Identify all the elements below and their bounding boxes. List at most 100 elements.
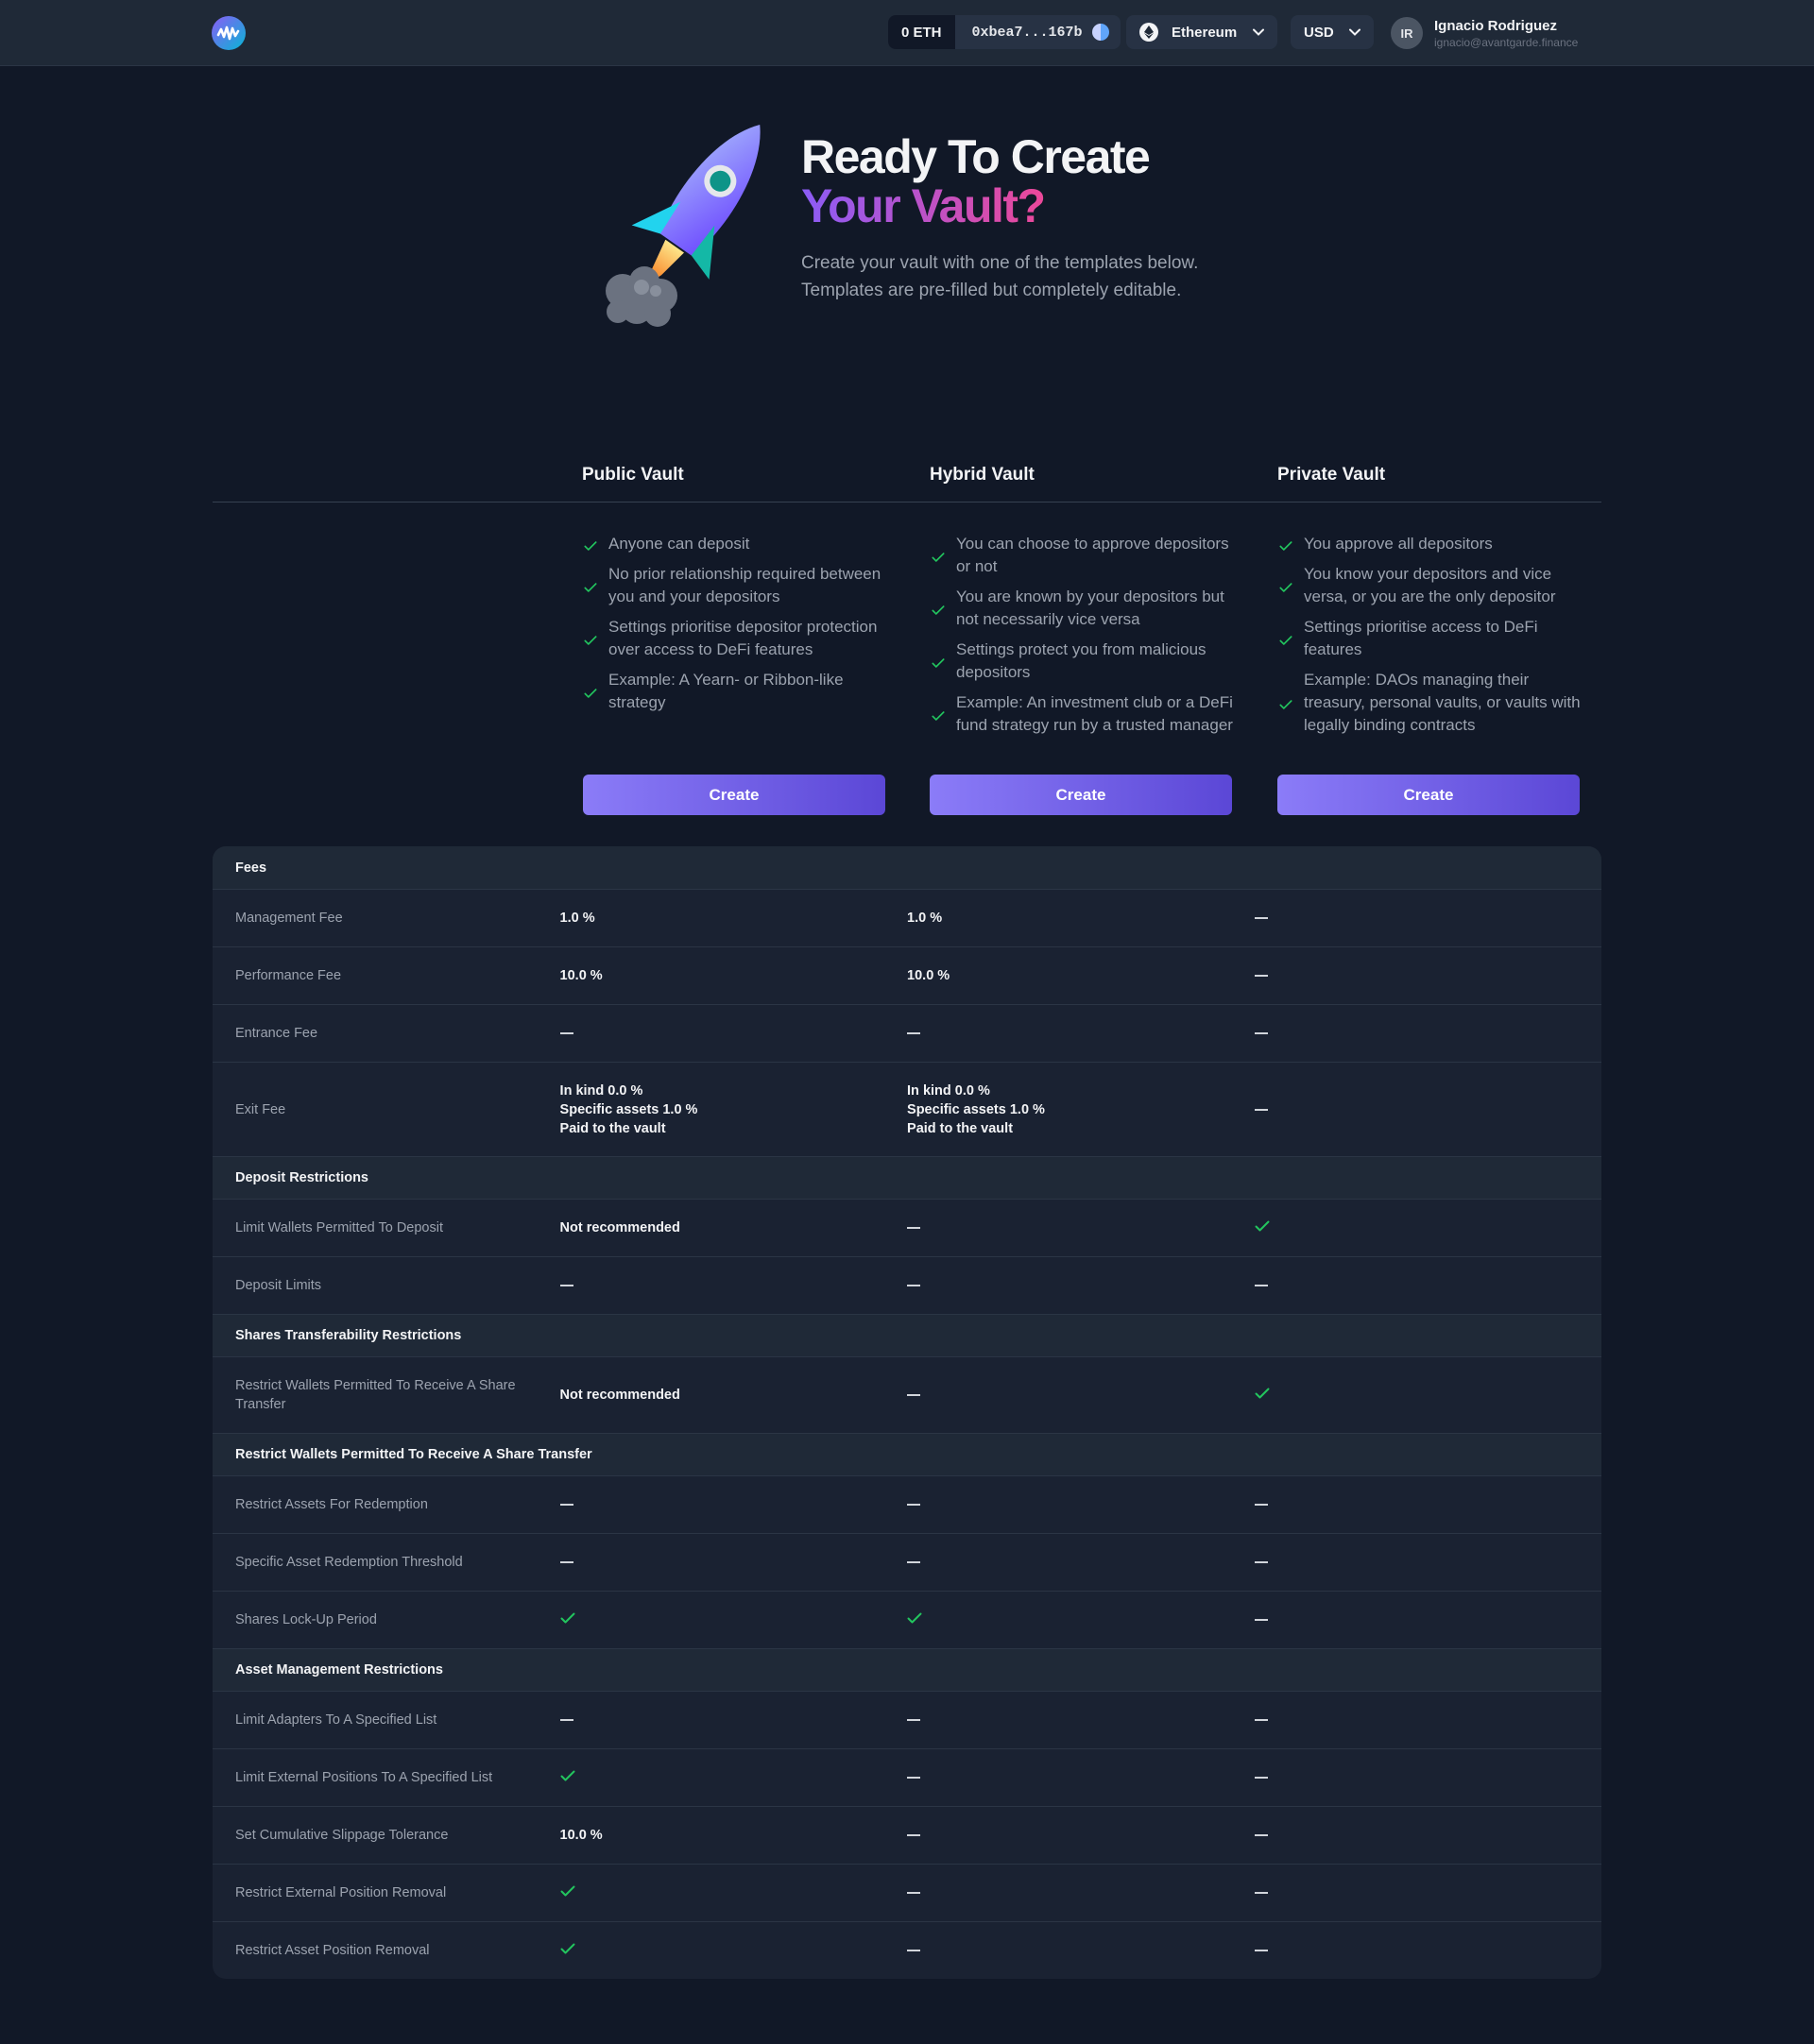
row-value (907, 1711, 1254, 1729)
row-value: In kind 0.0 % Specific assets 1.0 % Paid t… (907, 1082, 1254, 1138)
logo-icon[interactable] (212, 16, 246, 50)
row-value (907, 1386, 1254, 1405)
row-value (907, 1276, 1254, 1295)
row-value (907, 1495, 1254, 1514)
table-row: Limit Wallets Permitted To Deposit Not re… (213, 1199, 1601, 1256)
dash-icon (1254, 1834, 1268, 1837)
row-value (1255, 1218, 1601, 1237)
dash-icon (1254, 1285, 1268, 1287)
check-icon (584, 636, 597, 645)
table-row: Limit External Positions To A Specified … (213, 1748, 1601, 1806)
dash-icon (907, 1777, 921, 1780)
row-label: Restrict External Position Removal (235, 1885, 447, 1900)
row-label: Restrict Wallets Permitted To Receive A … (235, 1378, 516, 1412)
feature-text: Example: DAOs managing their treasury, p… (1304, 671, 1581, 734)
check-icon (1279, 583, 1292, 592)
user-name: Ignacio Rodriguez (1434, 17, 1558, 34)
row-value: In kind 0.0 % Specific assets 1.0 % Paid t… (560, 1082, 907, 1138)
row-value: 1.0 % (907, 909, 1254, 928)
network-selector[interactable]: Ethereum (1126, 15, 1277, 49)
value-text: 1.0 % (907, 911, 943, 926)
row-value (1254, 1024, 1601, 1043)
feature-text: Example: An investment club or a DeFi fu… (956, 693, 1233, 734)
value-line: Specific assets 1.0 % (559, 1101, 698, 1117)
row-label: Performance Fee (235, 968, 342, 983)
wallet-pill[interactable]: 0 ETH 0xbea7...167b (888, 15, 1121, 49)
row-value (1254, 966, 1601, 985)
check-icon (560, 1770, 575, 1781)
feature-text: Settings prioritise access to DeFi featu… (1304, 618, 1538, 658)
row-value (907, 1941, 1254, 1960)
dash-icon (907, 1394, 921, 1397)
table-section-header: Fees (213, 846, 1601, 889)
table-row: Set Cumulative Slippage Tolerance 10.0 % (213, 1806, 1601, 1864)
dash-icon (1254, 975, 1268, 978)
feature-text: You approve all depositors (1304, 535, 1493, 553)
row-value (907, 1826, 1254, 1845)
table-row: Restrict External Position Removal (213, 1864, 1601, 1921)
feature-item: You are known by your depositors but not… (932, 586, 1243, 631)
create-public-vault-button[interactable]: Create (583, 775, 885, 815)
currency-selector[interactable]: USD (1291, 15, 1374, 49)
table-section-header: Deposit Restrictions (213, 1156, 1601, 1199)
feature-item: You can choose to approve depositors or … (932, 533, 1243, 578)
feature-item: Example: An investment club or a DeFi fu… (932, 691, 1243, 737)
private-vault-heading: Private Vault (1277, 465, 1386, 485)
check-icon (1279, 541, 1292, 551)
table-row: Shares Lock-Up Period (213, 1591, 1601, 1648)
row-value (559, 1495, 907, 1514)
check-icon (1255, 1220, 1270, 1232)
dash-icon (559, 1285, 573, 1287)
row-value (1254, 1768, 1601, 1787)
row-label: Restrict Assets For Redemption (235, 1497, 428, 1512)
check-icon (932, 605, 945, 615)
dash-icon (907, 1504, 921, 1507)
private-vault-features: You approve all depositors You know your … (1279, 533, 1591, 744)
rocket-illustration (606, 124, 761, 327)
check-icon (584, 583, 597, 592)
row-label: Limit Adapters To A Specified List (235, 1712, 437, 1728)
create-private-vault-button[interactable]: Create (1277, 775, 1580, 815)
value-line: In kind 0.0 % (559, 1082, 643, 1099)
table-row: Performance Fee 10.0 % 10.0 % (213, 946, 1601, 1004)
check-icon (1255, 1388, 1270, 1399)
user-menu[interactable]: IR Ignacio Rodriguez ignacio@avantgarde.… (1391, 17, 1578, 49)
wallet-address[interactable]: 0xbea7...167b (955, 15, 1121, 49)
dash-icon (1254, 1108, 1268, 1111)
feature-text: No prior relationship required between y… (608, 565, 881, 605)
feature-text: You are known by your depositors but not… (956, 588, 1224, 628)
row-label: Restrict Asset Position Removal (235, 1943, 430, 1958)
row-value (1254, 909, 1601, 928)
row-value (560, 1768, 907, 1787)
create-hybrid-vault-button[interactable]: Create (930, 775, 1232, 815)
table-section-header: Restrict Wallets Permitted To Receive A … (213, 1433, 1601, 1475)
table-row: Restrict Wallets Permitted To Receive A … (213, 1356, 1601, 1433)
row-label: Exit Fee (235, 1101, 286, 1117)
public-vault-features: Anyone can deposit No prior relationship … (584, 533, 896, 722)
dash-icon (1254, 1892, 1268, 1895)
row-value: Not recommended (560, 1218, 907, 1237)
section-title: Asset Management Restrictions (235, 1662, 443, 1678)
section-title: Fees (235, 860, 267, 876)
row-value (907, 1768, 1254, 1787)
feature-item: Settings prioritise access to DeFi featu… (1279, 616, 1591, 661)
row-label: Management Fee (235, 911, 343, 926)
section-title: Deposit Restrictions (235, 1170, 368, 1185)
value-text: Not recommended (559, 1220, 680, 1235)
section-title: Restrict Wallets Permitted To Receive A … (235, 1447, 592, 1462)
table-row: Management Fee 1.0 % 1.0 % (213, 889, 1601, 946)
hero-subtitle: Create your vault with one of the templa… (801, 253, 1199, 300)
network-label: Ethereum (1172, 24, 1238, 41)
row-value (1254, 1711, 1601, 1729)
address-identicon-icon (1091, 24, 1109, 41)
chevron-down-icon (1349, 28, 1360, 36)
hero-title: Ready To Create Your Vault? (801, 132, 1151, 230)
table-row: Exit Fee In kind 0.0 % Specific assets 1.0… (213, 1062, 1601, 1156)
row-value (1254, 1941, 1601, 1960)
feature-text: Anyone can deposit (608, 535, 750, 553)
value-text: 10.0 % (559, 1828, 603, 1843)
dash-icon (1254, 1561, 1268, 1564)
feature-text: You can choose to approve depositors or … (956, 535, 1229, 575)
check-icon (584, 689, 597, 698)
check-icon (560, 1612, 575, 1624)
